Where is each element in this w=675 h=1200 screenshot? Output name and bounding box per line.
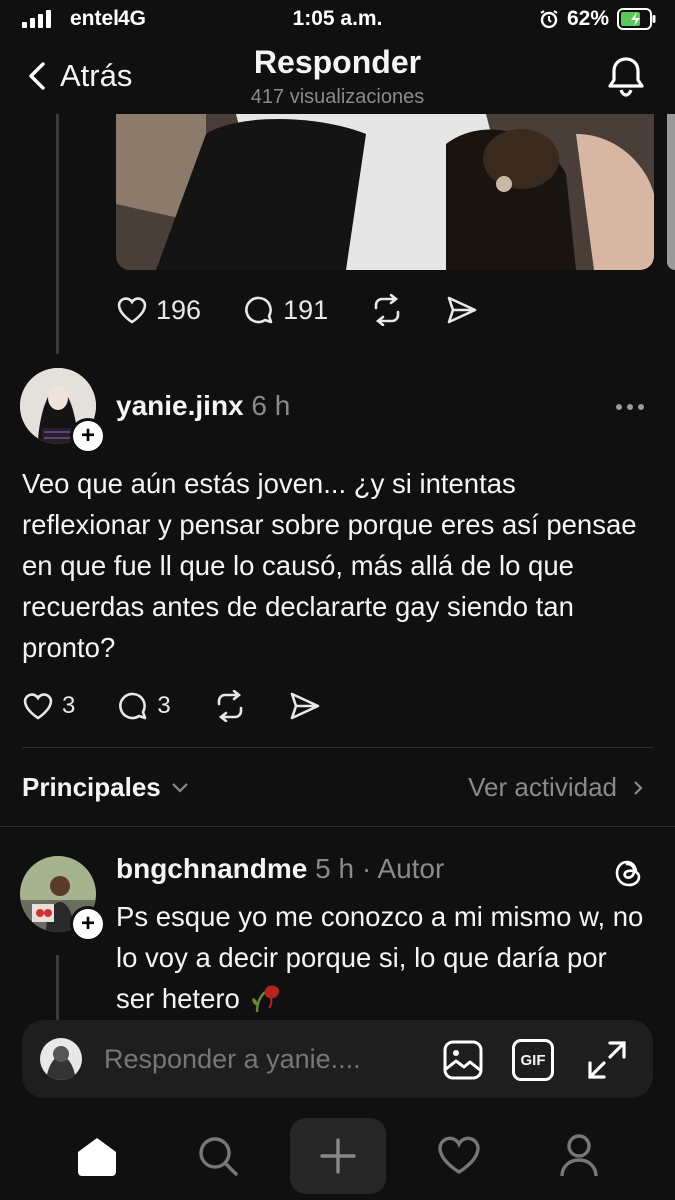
separator: ·	[361, 853, 372, 884]
comment-actions: 3 3	[22, 690, 321, 722]
gif-label: GIF	[520, 1051, 546, 1069]
search-icon[interactable]	[196, 1134, 240, 1183]
reply-composer[interactable]: Responder a yanie.... GIF	[22, 1020, 653, 1098]
gif-icon[interactable]: GIF	[512, 1039, 554, 1081]
bottom-nav	[0, 1110, 675, 1200]
comment-icon	[245, 296, 273, 324]
timestamp: 5 h	[315, 853, 355, 884]
share-button[interactable]	[446, 295, 478, 325]
post-image-next[interactable]	[667, 114, 675, 270]
view-activity-label: Ver actividad	[468, 772, 617, 802]
sort-dropdown[interactable]: Principales	[22, 772, 189, 803]
battery-status: 62%	[539, 7, 657, 31]
thread-line	[56, 114, 59, 354]
image-icon[interactable]	[442, 1039, 484, 1086]
reply-button[interactable]: 191	[243, 294, 328, 326]
repost-icon	[374, 294, 400, 326]
username[interactable]: bngchnandme	[116, 853, 307, 884]
post-image[interactable]	[116, 114, 654, 270]
username[interactable]: yanie.jinx	[116, 390, 244, 421]
heart-icon	[117, 297, 147, 324]
divider	[22, 747, 653, 748]
reply-button[interactable]: 3	[117, 690, 171, 722]
reply-header: bngchnandme 5 h · Autor	[116, 853, 444, 885]
comment-header: yanie.jinx 6 h	[116, 390, 290, 422]
follow-button[interactable]: +	[70, 906, 106, 942]
view-activity-link[interactable]: Ver actividad	[468, 772, 643, 803]
avatar	[40, 1038, 82, 1080]
reply-count: 3	[157, 692, 171, 719]
repost-button[interactable]	[213, 690, 247, 722]
repost-button[interactable]	[370, 294, 404, 326]
heart-icon	[23, 693, 53, 720]
more-icon[interactable]	[613, 392, 647, 427]
author-tag: Autor	[377, 853, 445, 884]
threads-icon[interactable]	[613, 856, 645, 895]
battery-percent: 62%	[566, 7, 609, 30]
nav-header: Atrás Responder 417 visualizaciones	[0, 40, 675, 114]
expand-icon[interactable]	[586, 1039, 628, 1086]
comment-icon	[119, 692, 147, 720]
like-button[interactable]: 3	[22, 691, 75, 721]
share-button[interactable]	[289, 691, 321, 721]
share-icon	[447, 296, 477, 324]
reply-text: Ps esque yo me conozco a mi mismo w, no …	[116, 896, 646, 1019]
follow-button[interactable]: +	[70, 418, 106, 454]
repost-icon	[217, 690, 243, 722]
comment-text: Veo que aún estás joven... ¿y si intenta…	[22, 468, 637, 663]
thread-line	[56, 955, 59, 1020]
chevron-down-icon	[171, 782, 188, 793]
like-count: 3	[62, 692, 76, 719]
timestamp: 6 h	[251, 390, 291, 421]
like-button[interactable]: 196	[116, 295, 201, 326]
chevron-right-icon	[634, 780, 643, 795]
reply-text-content: Ps esque yo me conozco a mi mismo w, no …	[116, 901, 644, 1014]
profile-icon[interactable]	[558, 1132, 600, 1183]
status-bar: entel 4G 1:05 a.m. 62%	[0, 0, 675, 40]
page-title: Responder	[253, 44, 422, 80]
home-icon[interactable]	[74, 1134, 120, 1183]
alarm-icon	[540, 10, 558, 29]
like-count: 196	[156, 294, 202, 325]
create-icon	[320, 1138, 356, 1174]
divider	[0, 826, 675, 827]
bell-icon[interactable]	[607, 54, 645, 103]
post-actions: 196 191	[116, 294, 478, 326]
battery-icon	[617, 8, 656, 30]
reply-input[interactable]: Responder a yanie....	[104, 1044, 361, 1075]
view-count: 417 visualizaciones	[250, 86, 425, 108]
reply-count: 191	[283, 294, 329, 325]
create-button[interactable]	[290, 1118, 386, 1194]
wilted-rose-icon	[252, 985, 280, 1013]
share-icon	[290, 692, 320, 720]
activity-icon[interactable]	[436, 1134, 482, 1181]
sort-label: Principales	[22, 772, 161, 802]
